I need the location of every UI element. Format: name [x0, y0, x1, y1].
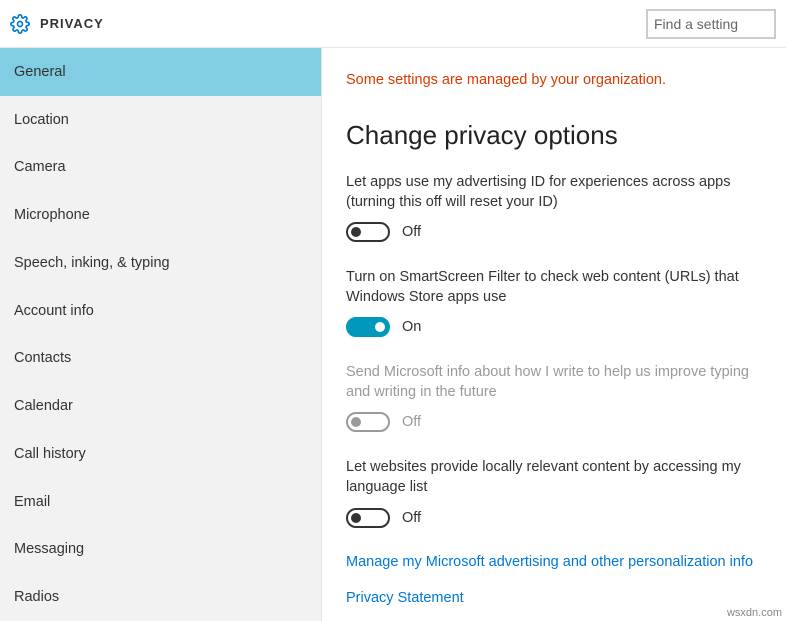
org-notice: Some settings are managed by your organi… — [346, 72, 766, 88]
content-heading: Change privacy options — [346, 120, 766, 151]
toggle-knob — [351, 513, 361, 523]
sidebar-item-contacts[interactable]: Contacts — [0, 335, 321, 383]
settings-gear-icon[interactable] — [10, 14, 30, 34]
toggle-state-label: Off — [402, 510, 421, 526]
sidebar-item-account-info[interactable]: Account info — [0, 287, 321, 335]
setting-3: Let websites provide locally relevant co… — [346, 458, 766, 527]
toggle-knob — [375, 322, 385, 332]
sidebar-item-label: Radios — [14, 589, 59, 605]
sidebar-item-radios[interactable]: Radios — [0, 573, 321, 621]
sidebar-item-call-history[interactable]: Call history — [0, 430, 321, 478]
setting-label: Let apps use my advertising ID for exper… — [346, 173, 766, 212]
sidebar-item-calendar[interactable]: Calendar — [0, 382, 321, 430]
page-title: PRIVACY — [40, 16, 104, 31]
setting-0: Let apps use my advertising ID for exper… — [346, 173, 766, 242]
search-input[interactable] — [646, 9, 776, 39]
sidebar-item-label: Account info — [14, 303, 94, 319]
sidebar-item-speech-inking-typing[interactable]: Speech, inking, & typing — [0, 239, 321, 287]
watermark: wsxdn.com — [727, 607, 782, 619]
toggle-row: On — [346, 317, 766, 337]
content-panel: Some settings are managed by your organi… — [322, 48, 786, 621]
sidebar-item-label: Call history — [14, 446, 86, 462]
toggle-switch — [346, 412, 390, 432]
toggle-state-label: Off — [402, 224, 421, 240]
toggle-knob — [351, 417, 361, 427]
sidebar-item-camera[interactable]: Camera — [0, 144, 321, 192]
sidebar-item-label: Email — [14, 494, 50, 510]
sidebar-item-messaging[interactable]: Messaging — [0, 526, 321, 574]
sidebar-item-label: Contacts — [14, 350, 71, 366]
link-1[interactable]: Privacy Statement — [346, 590, 766, 606]
header: PRIVACY — [0, 0, 786, 48]
sidebar-item-label: General — [14, 64, 66, 80]
toggle-knob — [351, 227, 361, 237]
sidebar-item-label: Messaging — [14, 541, 84, 557]
toggle-switch[interactable] — [346, 222, 390, 242]
toggle-row: Off — [346, 508, 766, 528]
setting-label: Send Microsoft info about how I write to… — [346, 363, 766, 402]
sidebar-item-label: Microphone — [14, 207, 90, 223]
sidebar-item-label: Camera — [14, 159, 66, 175]
link-0[interactable]: Manage my Microsoft advertising and othe… — [346, 554, 766, 570]
sidebar-item-label: Location — [14, 112, 69, 128]
setting-2: Send Microsoft info about how I write to… — [346, 363, 766, 432]
sidebar-item-location[interactable]: Location — [0, 96, 321, 144]
toggle-state-label: Off — [402, 414, 421, 430]
setting-label: Let websites provide locally relevant co… — [346, 458, 766, 497]
toggle-switch[interactable] — [346, 317, 390, 337]
sidebar: General Location Camera Microphone Speech, i… — [0, 48, 322, 621]
sidebar-item-general[interactable]: General — [0, 48, 321, 96]
toggle-switch[interactable] — [346, 508, 390, 528]
toggle-state-label: On — [402, 319, 421, 335]
sidebar-item-microphone[interactable]: Microphone — [0, 191, 321, 239]
sidebar-item-email[interactable]: Email — [0, 478, 321, 526]
sidebar-item-label: Speech, inking, & typing — [14, 255, 170, 271]
setting-1: Turn on SmartScreen Filter to check web … — [346, 268, 766, 337]
toggle-row: Off — [346, 222, 766, 242]
toggle-row: Off — [346, 412, 766, 432]
setting-label: Turn on SmartScreen Filter to check web … — [346, 268, 766, 307]
sidebar-item-label: Calendar — [14, 398, 73, 414]
